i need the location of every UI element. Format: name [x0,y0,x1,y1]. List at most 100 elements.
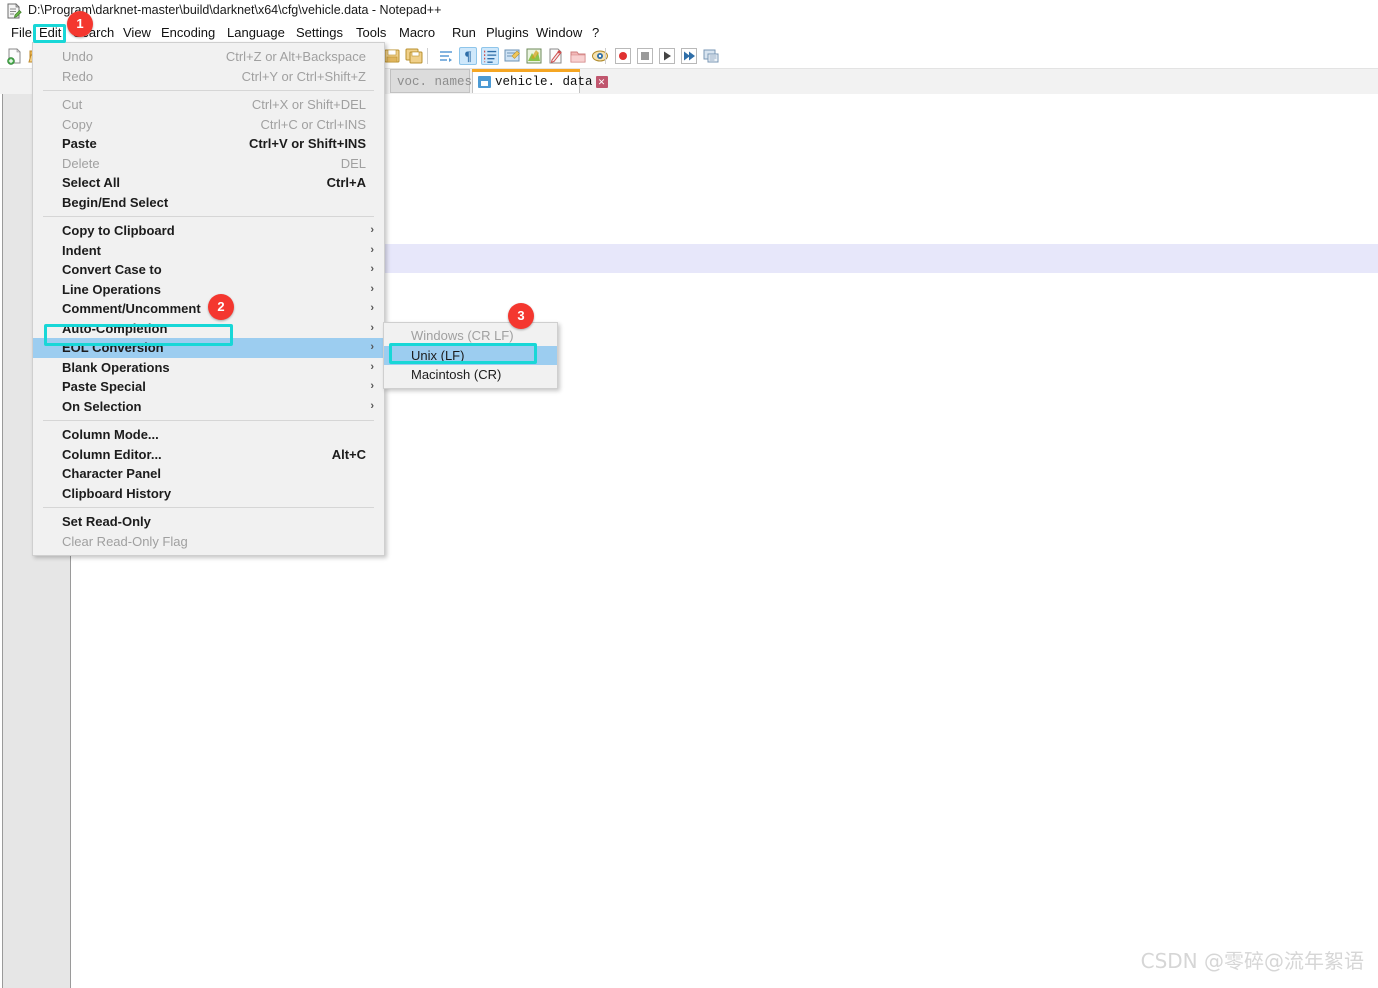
udl-dialog-icon[interactable] [503,47,521,65]
menu-item-label: Paste [62,136,97,151]
menu-item-indent[interactable]: Indent › [33,241,384,261]
menu-item-label: Convert Case to [62,262,162,277]
menu-tools[interactable]: Tools [351,23,391,43]
menu-item-label: EOL Conversion [62,340,164,355]
menu-item-column-editor[interactable]: Column Editor... Alt+C [33,445,384,465]
menu-item-label: On Selection [62,399,141,414]
save-all-icon[interactable] [405,47,423,65]
saved-file-icon [478,76,491,88]
menu-item-delete[interactable]: Delete DEL [33,154,384,174]
save-macro-icon[interactable] [702,47,720,65]
menu-item-label: Set Read-Only [62,514,151,529]
step-badge-2: 2 [208,294,234,320]
menu-edit[interactable]: Edit [34,23,66,43]
menu-item-redo[interactable]: Redo Ctrl+Y or Ctrl+Shift+Z [33,67,384,87]
chevron-right-icon: › [370,377,374,397]
chevron-right-icon: › [370,338,374,358]
menu-item-begin-end-select[interactable]: Begin/End Select [33,193,384,213]
menu-item-set-read-only[interactable]: Set Read-Only [33,512,384,532]
menu-item-select-all[interactable]: Select All Ctrl+A [33,173,384,193]
menu-item-accelerator: Ctrl+A [327,173,366,193]
menu-item-copy[interactable]: Copy Ctrl+C or Ctrl+INS [33,115,384,135]
folder-as-workspace-icon[interactable] [569,47,587,65]
menu-help[interactable]: ? [587,23,604,43]
menu-settings[interactable]: Settings [291,23,348,43]
menu-item-copy-to-clipboard[interactable]: Copy to Clipboard › [33,221,384,241]
chevron-right-icon: › [370,280,374,300]
menu-item-label: Column Mode... [62,427,159,442]
menu-item-label: Copy [62,117,92,132]
tab-label: voc. names [397,75,472,89]
chevron-right-icon: › [370,319,374,339]
menu-run[interactable]: Run [447,23,481,43]
function-list-icon[interactable] [547,47,565,65]
menu-item-macintosh-cr[interactable]: Macintosh (CR) [384,365,557,385]
tab-vehicle-data[interactable]: vehicle. data✕ [472,69,580,93]
menu-item-label: Column Editor... [62,447,162,462]
toolbar-separator [427,48,428,64]
menu-item-line-operations[interactable]: Line Operations › [33,280,384,300]
edit-dropdown-menu[interactable]: Undo Ctrl+Z or Alt+Backspace Redo Ctrl+Y… [32,42,385,556]
menu-item-character-panel[interactable]: Character Panel [33,464,384,484]
doc-map-icon[interactable] [525,47,543,65]
word-wrap-icon[interactable] [437,47,455,65]
menu-item-accelerator: Ctrl+Y or Ctrl+Shift+Z [242,67,366,87]
new-file-icon[interactable] [6,47,24,65]
eol-conversion-submenu[interactable]: Windows (CR LF) Unix (LF) Macintosh (CR) [383,322,558,389]
menu-item-label: Redo [62,69,93,84]
doc-preview-icon[interactable] [591,47,609,65]
menu-item-clipboard-history[interactable]: Clipboard History [33,484,384,504]
menu-item-auto-completion[interactable]: Auto-Completion › [33,319,384,339]
menu-item-label: Line Operations [62,282,161,297]
tab-voc-names[interactable]: voc. names✕ [390,69,470,93]
menu-item-label: Clear Read-Only Flag [62,534,188,549]
indent-guide-icon[interactable] [481,47,499,65]
menu-item-paste[interactable]: Paste Ctrl+V or Shift+INS [33,134,384,154]
menu-window[interactable]: Window [531,23,587,43]
menu-macro[interactable]: Macro [394,23,440,43]
menu-item-label: Select All [62,175,120,190]
menu-item-undo[interactable]: Undo Ctrl+Z or Alt+Backspace [33,47,384,67]
menu-encoding[interactable]: Encoding [156,23,220,43]
menu-item-accelerator: Ctrl+Z or Alt+Backspace [226,47,366,67]
menu-item-convert-case-to[interactable]: Convert Case to › [33,260,384,280]
menu-view[interactable]: View [118,23,156,43]
menu-item-label: Cut [62,97,82,112]
menu-item-label: Character Panel [62,466,161,481]
save-icon[interactable] [383,47,401,65]
menu-item-label: Begin/End Select [62,195,168,210]
menu-item-paste-special[interactable]: Paste Special › [33,377,384,397]
menu-item-accelerator: Alt+C [332,445,366,465]
menu-item-on-selection[interactable]: On Selection › [33,397,384,417]
notepad-plus-plus-icon [6,3,22,19]
close-tab-icon[interactable]: ✕ [596,76,608,88]
chevron-right-icon: › [370,241,374,261]
step-badge-3: 3 [508,303,534,329]
menu-file[interactable]: File [6,23,37,43]
menu-language[interactable]: Language [222,23,290,43]
menu-item-eol-conversion[interactable]: EOL Conversion › [33,338,384,358]
menu-item-accelerator: Ctrl+C or Ctrl+INS [261,115,366,135]
stop-macro-icon[interactable] [636,47,654,65]
menu-item-column-mode[interactable]: Column Mode... [33,425,384,445]
menu-item-clear-read-only-flag[interactable]: Clear Read-Only Flag [33,532,384,552]
record-macro-icon[interactable] [614,47,632,65]
menu-item-label: Macintosh (CR) [411,367,501,382]
menu-item-accelerator: Ctrl+X or Shift+DEL [252,95,366,115]
menu-item-label: Clipboard History [62,486,171,501]
menu-item-windows-crlf[interactable]: Windows (CR LF) [384,326,557,346]
chevron-right-icon: › [370,397,374,417]
menu-item-label: Undo [62,49,93,64]
run-multiple-macro-icon[interactable] [680,47,698,65]
menu-item-blank-operations[interactable]: Blank Operations › [33,358,384,378]
chevron-right-icon: › [370,260,374,280]
toolbar-separator [605,48,606,64]
menu-plugins[interactable]: Plugins [481,23,534,43]
active-tab-indicator [472,69,580,72]
menu-item-unix-lf[interactable]: Unix (LF) [384,346,557,366]
menu-item-cut[interactable]: Cut Ctrl+X or Shift+DEL [33,95,384,115]
play-macro-icon[interactable] [658,47,676,65]
menu-separator [43,420,374,421]
show-all-chars-icon[interactable]: ¶ [459,47,477,65]
chevron-right-icon: › [370,299,374,319]
